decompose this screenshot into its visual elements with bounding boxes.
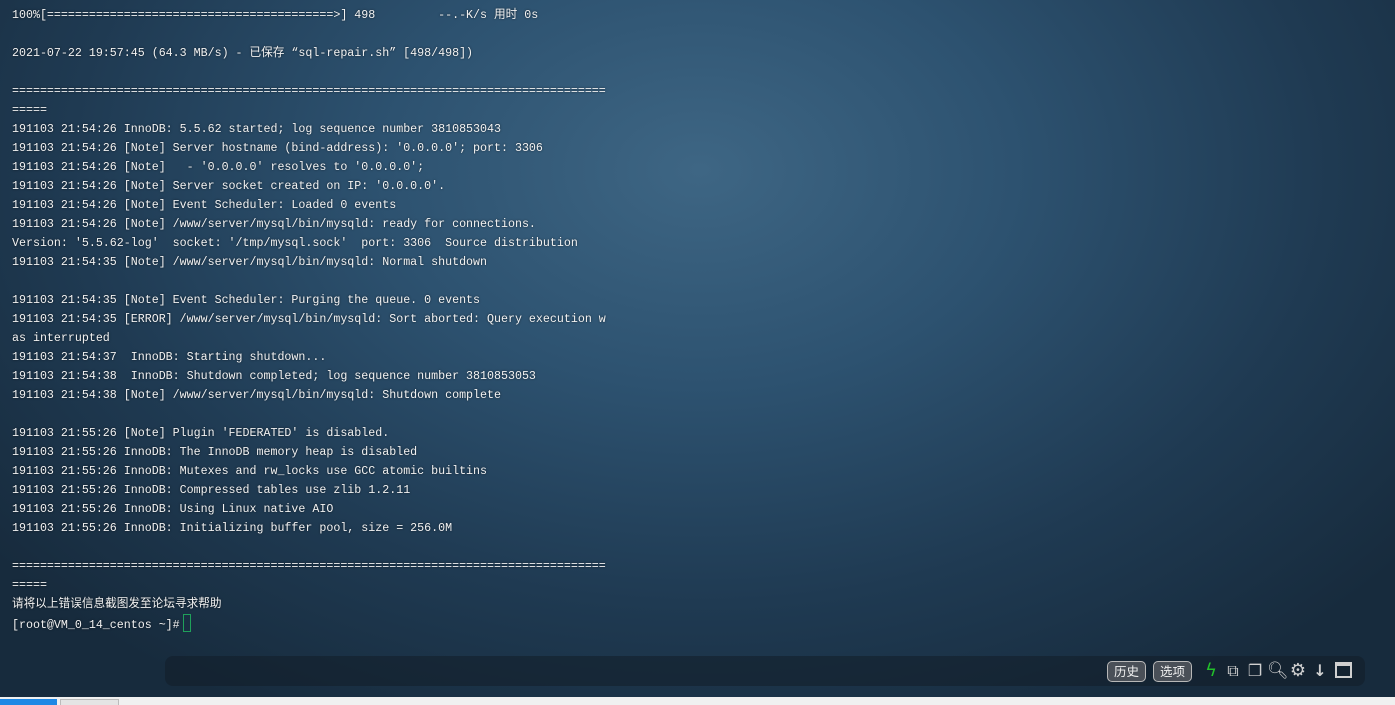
terminal-line: Version: '5.5.62-log' socket: '/tmp/mysq… <box>12 237 578 250</box>
download-icon[interactable]: ↓ <box>1311 661 1329 681</box>
terminal-toolbar: 历史 选项 ϟ ⧉ ❐ 🔍︎ ⚙ ↓ <box>165 656 1365 686</box>
terminal-line: 191103 21:54:26 [Note] Event Scheduler: … <box>12 199 397 212</box>
terminal-line: as interrupted <box>12 332 110 345</box>
terminal-line: 191103 21:55:26 InnoDB: Using Linux nati… <box>12 503 334 516</box>
taskbar <box>0 697 1395 705</box>
copy-icon[interactable]: ⧉ <box>1224 661 1242 681</box>
paste-icon[interactable]: ❐ <box>1246 661 1264 681</box>
terminal-line: ===== <box>12 104 47 117</box>
terminal-line: 2021-07-22 19:57:45 (64.3 MB/s) - 已保存 “s… <box>12 47 474 60</box>
terminal-line: 191103 21:54:26 [Note] Server hostname (… <box>12 142 543 155</box>
lightning-icon[interactable]: ϟ <box>1202 661 1220 681</box>
terminal-line: 191103 21:54:38 [Note] /www/server/mysql… <box>12 389 501 402</box>
terminal-line: 191103 21:55:26 InnoDB: Initializing buf… <box>12 522 453 535</box>
terminal-line: 191103 21:54:37 InnoDB: Starting shutdow… <box>12 351 327 364</box>
terminal-line: 191103 21:54:26 [Note] /www/server/mysql… <box>12 218 536 231</box>
search-icon[interactable]: 🔍︎ <box>1267 661 1289 681</box>
gear-icon[interactable]: ⚙ <box>1289 661 1307 681</box>
terminal-line: ===== <box>12 579 47 592</box>
terminal-line: 191103 21:54:26 InnoDB: 5.5.62 started; … <box>12 123 501 136</box>
terminal-line: ========================================… <box>12 560 606 573</box>
shell-prompt-line[interactable]: [root@VM_0_14_centos ~]# <box>12 614 1382 633</box>
terminal-line: 191103 21:54:38 InnoDB: Shutdown complet… <box>12 370 536 383</box>
maximize-icon[interactable] <box>1334 661 1352 681</box>
terminal-line: 191103 21:55:26 InnoDB: Compressed table… <box>12 484 411 497</box>
terminal-output[interactable]: 100%[===================================… <box>12 6 1382 633</box>
shell-prompt: [root@VM_0_14_centos ~]# <box>12 619 180 632</box>
taskbar-tab-active[interactable] <box>0 699 57 705</box>
history-button[interactable]: 历史 <box>1107 661 1147 682</box>
terminal-line: 191103 21:55:26 InnoDB: Mutexes and rw_l… <box>12 465 488 478</box>
terminal-line: 100%[===================================… <box>12 9 539 22</box>
terminal-line: 191103 21:55:26 [Note] Plugin 'FEDERATED… <box>12 427 390 440</box>
terminal-line: 191103 21:54:35 [Note] /www/server/mysql… <box>12 256 488 269</box>
terminal-line: 请将以上错误信息截图发至论坛寻求帮助 <box>12 598 222 611</box>
terminal-line: 191103 21:54:35 [ERROR] /www/server/mysq… <box>12 313 606 326</box>
terminal-line: 191103 21:54:26 [Note] - '0.0.0.0' resol… <box>12 161 425 174</box>
options-button[interactable]: 选项 <box>1153 661 1193 682</box>
terminal-line: ========================================… <box>12 85 606 98</box>
terminal-line: 191103 21:54:35 [Note] Event Scheduler: … <box>12 294 481 307</box>
terminal-line: 191103 21:55:26 InnoDB: The InnoDB memor… <box>12 446 418 459</box>
terminal-line: 191103 21:54:26 [Note] Server socket cre… <box>12 180 446 193</box>
taskbar-tab[interactable] <box>60 699 119 705</box>
cursor <box>182 614 191 632</box>
